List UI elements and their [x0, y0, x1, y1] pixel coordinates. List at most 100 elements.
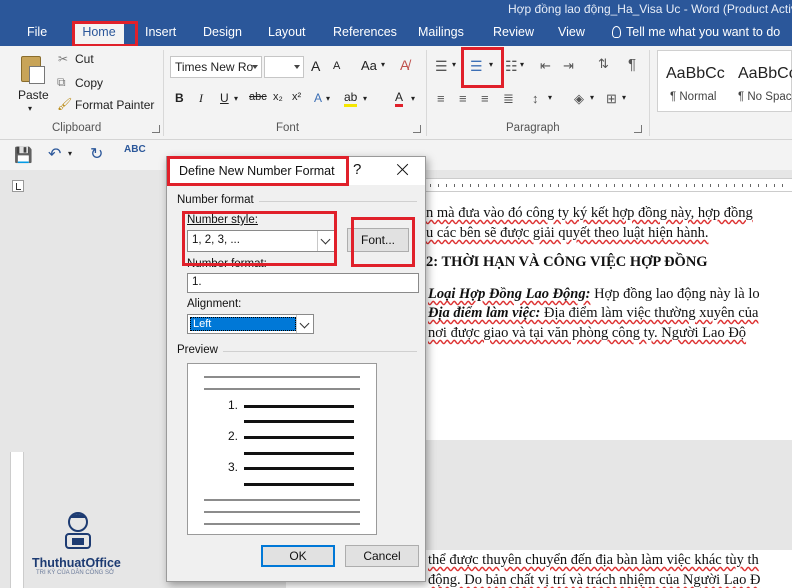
- tab-mailings[interactable]: Mailings: [418, 25, 464, 39]
- ok-button[interactable]: OK: [261, 545, 335, 567]
- number-format-input[interactable]: 1.: [187, 273, 419, 293]
- cut-icon: ✂: [58, 52, 69, 66]
- style-no-spacing-preview[interactable]: AaBbCc: [738, 65, 792, 83]
- font-name-value: Times New Ro: [175, 60, 254, 74]
- align-center-icon[interactable]: ≡: [459, 91, 467, 106]
- shrink-font-button[interactable]: A: [333, 60, 340, 72]
- ruler-tick: [614, 184, 615, 187]
- sort-icon[interactable]: ⇅: [598, 56, 609, 72]
- align-right-icon[interactable]: ≡: [481, 91, 489, 106]
- ruler-tick: [470, 184, 471, 187]
- align-left-icon[interactable]: ≡: [437, 91, 445, 106]
- justify-icon[interactable]: ≣: [503, 91, 514, 107]
- save-icon[interactable]: 💾: [14, 146, 33, 164]
- alignment-select[interactable]: Left: [187, 314, 314, 334]
- paste-icon[interactable]: [18, 54, 46, 86]
- ruler-tick: [574, 184, 575, 187]
- paste-button[interactable]: Paste: [18, 88, 49, 102]
- show-formatting-button[interactable]: ¶: [628, 56, 636, 73]
- preview-number: 2.: [228, 429, 239, 443]
- font-size-box[interactable]: [264, 56, 304, 78]
- help-button[interactable]: ?: [353, 161, 361, 178]
- line-spacing-icon[interactable]: ↕: [532, 91, 539, 106]
- clipboard-group-label: Clipboard: [52, 122, 102, 134]
- section-divider: [223, 351, 417, 352]
- shading-dropdown-icon[interactable]: ▾: [590, 93, 594, 102]
- style-normal-name[interactable]: ¶ Normal: [670, 91, 716, 103]
- highlight-dropdown-icon[interactable]: ▾: [363, 94, 367, 103]
- tab-design[interactable]: Design: [203, 25, 242, 39]
- font-name-box[interactable]: Times New Ro: [170, 56, 262, 78]
- paste-dropdown-icon[interactable]: ▾: [28, 104, 32, 113]
- ruler-tick: [686, 184, 687, 187]
- ruler-tick: [702, 184, 703, 187]
- ruler-tick: [494, 184, 495, 187]
- multilevel-dropdown-icon[interactable]: ▾: [520, 60, 524, 69]
- format-painter-button[interactable]: Format Painter: [75, 98, 154, 112]
- doc-bold-label: Địa điểm làm việc:: [428, 305, 541, 321]
- paragraph-launcher-icon[interactable]: [634, 125, 642, 133]
- tab-layout[interactable]: Layout: [268, 25, 306, 39]
- font-color-dropdown-icon[interactable]: ▾: [411, 94, 415, 103]
- ruler-tick: [454, 184, 455, 187]
- window-title: Hợp đồng lao động_Ha_Visa Uc - Word (Pro…: [508, 2, 792, 16]
- preview-black-line: [244, 420, 354, 423]
- borders-dropdown-icon[interactable]: ▾: [622, 93, 626, 102]
- preview-section-label: Preview: [177, 344, 218, 356]
- text-effects-icon[interactable]: A: [314, 91, 322, 105]
- ruler-tick: [758, 184, 759, 187]
- tell-me-box[interactable]: Tell me what you want to do: [612, 25, 780, 39]
- subscript-button[interactable]: x₂: [273, 91, 283, 103]
- change-case-button[interactable]: Aa: [361, 58, 377, 73]
- style-normal-preview[interactable]: AaBbCc: [666, 65, 725, 83]
- doc-text: Hợp đồng lao động này là lo: [590, 286, 760, 302]
- undo-icon[interactable]: ↶: [48, 144, 61, 164]
- bold-button[interactable]: B: [175, 91, 184, 105]
- tab-file[interactable]: File: [27, 25, 47, 39]
- ribbon: Paste ▾ ✂ Cut ⧉ Copy 🖌 Format Painter Cl…: [0, 46, 792, 140]
- decrease-indent-icon[interactable]: ⇤: [540, 58, 551, 74]
- cut-button[interactable]: Cut: [75, 52, 94, 66]
- copy-button[interactable]: Copy: [75, 76, 103, 90]
- bullets-dropdown-icon[interactable]: ▾: [452, 60, 456, 69]
- clear-formatting-icon[interactable]: A̸: [400, 57, 409, 73]
- undo-dropdown-icon[interactable]: ▾: [68, 149, 72, 158]
- close-icon[interactable]: [391, 158, 415, 182]
- redo-icon[interactable]: ↻: [90, 144, 103, 164]
- tab-insert[interactable]: Insert: [145, 25, 176, 39]
- tab-references[interactable]: References: [333, 25, 397, 39]
- style-no-spacing-name[interactable]: ¶ No Spac...: [738, 91, 792, 103]
- multilevel-list-icon[interactable]: ☷: [505, 58, 518, 75]
- change-case-dropdown-icon[interactable]: ▾: [381, 60, 385, 69]
- ruler-tick: [558, 184, 559, 187]
- borders-icon[interactable]: ⊞: [606, 91, 617, 107]
- cancel-button[interactable]: Cancel: [345, 545, 419, 567]
- bullets-icon[interactable]: ☰: [435, 58, 448, 75]
- spelling-check-icon[interactable]: ABC: [124, 144, 146, 155]
- font-launcher-icon[interactable]: [413, 125, 421, 133]
- font-color-button[interactable]: A: [395, 91, 404, 107]
- underline-button[interactable]: U: [220, 91, 229, 105]
- shading-icon[interactable]: ◈: [574, 91, 584, 107]
- ruler-tick: [446, 184, 447, 187]
- increase-indent-icon[interactable]: ⇥: [563, 58, 574, 74]
- mascot-icon: [65, 512, 91, 549]
- tab-view[interactable]: View: [558, 25, 585, 39]
- highlight-numbering-button: [461, 47, 504, 88]
- highlight-color-icon[interactable]: ab: [344, 91, 358, 107]
- text-effects-dropdown-icon[interactable]: ▾: [326, 94, 330, 103]
- superscript-button[interactable]: x²: [292, 91, 301, 103]
- ruler-tick: [518, 184, 519, 187]
- italic-button[interactable]: I: [199, 91, 203, 106]
- ruler-tick: [630, 184, 631, 187]
- tab-selector-icon[interactable]: [12, 180, 24, 192]
- underline-dropdown-icon[interactable]: ▾: [234, 94, 238, 103]
- tab-review[interactable]: Review: [493, 25, 534, 39]
- clipboard-launcher-icon[interactable]: [152, 125, 160, 133]
- section-divider: [259, 201, 417, 202]
- chevron-down-icon[interactable]: [296, 315, 313, 333]
- section-heading: 2: THỜI HẠN VÀ CÔNG VIỆC HỢP ĐỒNG: [426, 254, 708, 270]
- strikethrough-button[interactable]: abc: [249, 91, 267, 103]
- line-spacing-dropdown-icon[interactable]: ▾: [548, 93, 552, 102]
- grow-font-button[interactable]: A: [311, 58, 320, 74]
